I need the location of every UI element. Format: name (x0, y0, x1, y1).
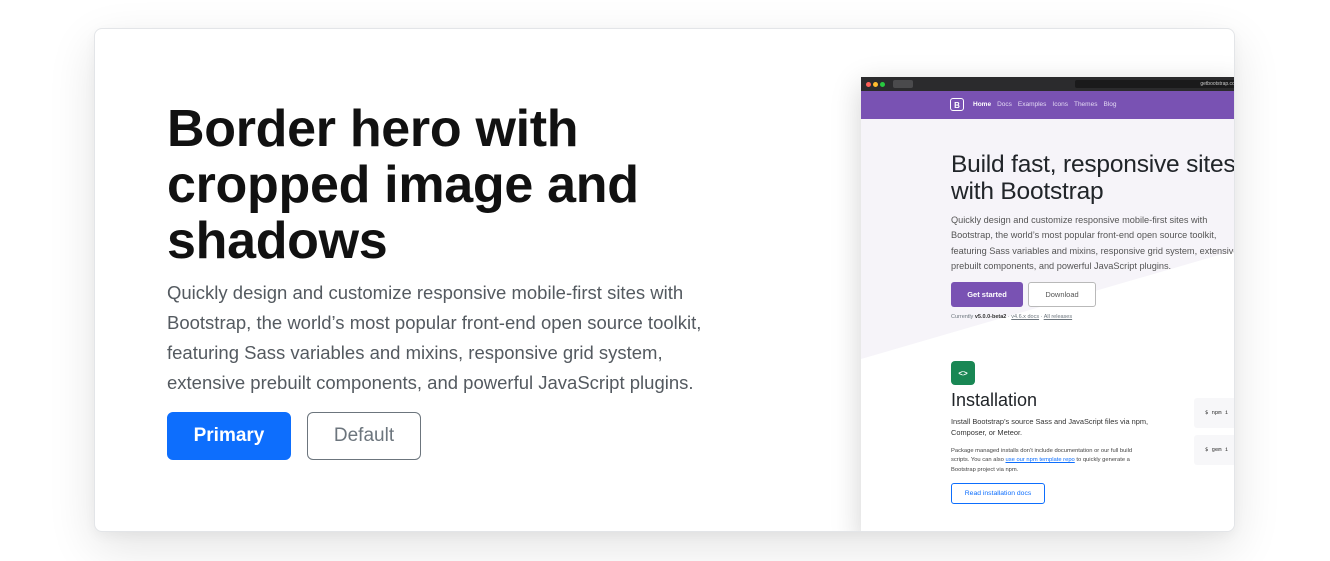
v4-docs-link: v4.6.x docs (1011, 314, 1040, 320)
note-line2-post: to quickly generate a (1076, 457, 1130, 464)
cropped-screenshot-image: getbootstrap.com B Home Docs Examples Ic… (861, 77, 1235, 531)
read-installation-docs-button: Read installation docs (951, 483, 1045, 504)
hero-card: Border hero with cropped image and shado… (94, 28, 1235, 532)
maximize-dot-icon (880, 82, 885, 87)
note-line1: Package managed installs don’t include d… (951, 448, 1133, 454)
gem-code-snippet: $ gem i (1194, 435, 1234, 465)
bootstrap-navbar: B Home Docs Examples Icons Themes Blog (861, 91, 1234, 119)
browser-chrome: getbootstrap.com (861, 77, 1235, 91)
nav-home: Home (973, 101, 992, 108)
download-button: Download (1028, 282, 1096, 307)
note-line3: Bootstrap project via npm. (951, 466, 1019, 473)
minimize-dot-icon (873, 82, 878, 87)
npm-code-snippet: $ npm i (1194, 398, 1234, 428)
nav-icons: Icons (1052, 101, 1068, 108)
bootstrap-logo-icon: B (950, 98, 964, 111)
version-number: v5.0.0-beta2 (974, 314, 1007, 320)
hero-lead: Quickly design and customize responsive … (167, 282, 702, 393)
nav-themes: Themes (1073, 101, 1098, 108)
bootstrap-title-line1: Build fast, responsive sites (951, 151, 1235, 178)
url-bar: getbootstrap.com (1075, 80, 1235, 88)
get-started-button: Get started (951, 282, 1023, 307)
nav-blog: Blog (1103, 101, 1117, 108)
back-forward-icon (893, 80, 913, 88)
version-prefix: Currently (951, 314, 974, 320)
hero-title: Border hero with cropped image and shado… (167, 100, 639, 270)
note-line2-pre: scripts. You can also (951, 457, 1004, 464)
installation-note: Package managed installs don’t include d… (951, 447, 1132, 475)
installation-title: Installation (951, 390, 1038, 410)
default-button[interactable]: Default (307, 412, 421, 460)
code-icon: <> (951, 361, 975, 385)
bootstrap-nav-links: Home Docs Examples Icons Themes Blog (973, 91, 1116, 119)
close-dot-icon (866, 82, 871, 87)
nav-docs: Docs (997, 101, 1012, 108)
version-sep: · (1007, 314, 1010, 320)
nav-examples: Examples (1017, 101, 1047, 108)
bootstrap-title: Build fast, responsive sites with Bootst… (951, 151, 1235, 205)
url-text: getbootstrap.com (1200, 81, 1235, 87)
npm-template-link: use our npm template repo (1005, 457, 1075, 464)
version-line: Currently v5.0.0-beta2 · v4.6.x docs · A… (951, 314, 1072, 320)
bootstrap-title-line2: with Bootstrap (951, 178, 1104, 205)
all-releases-link: All releases (1043, 314, 1073, 320)
installation-description: Install Bootstrap’s source Sass and Java… (951, 417, 1149, 437)
primary-button[interactable]: Primary (167, 412, 291, 460)
bootstrap-lead: Quickly design and customize responsive … (951, 215, 1235, 271)
version-sep: · (1040, 314, 1043, 320)
